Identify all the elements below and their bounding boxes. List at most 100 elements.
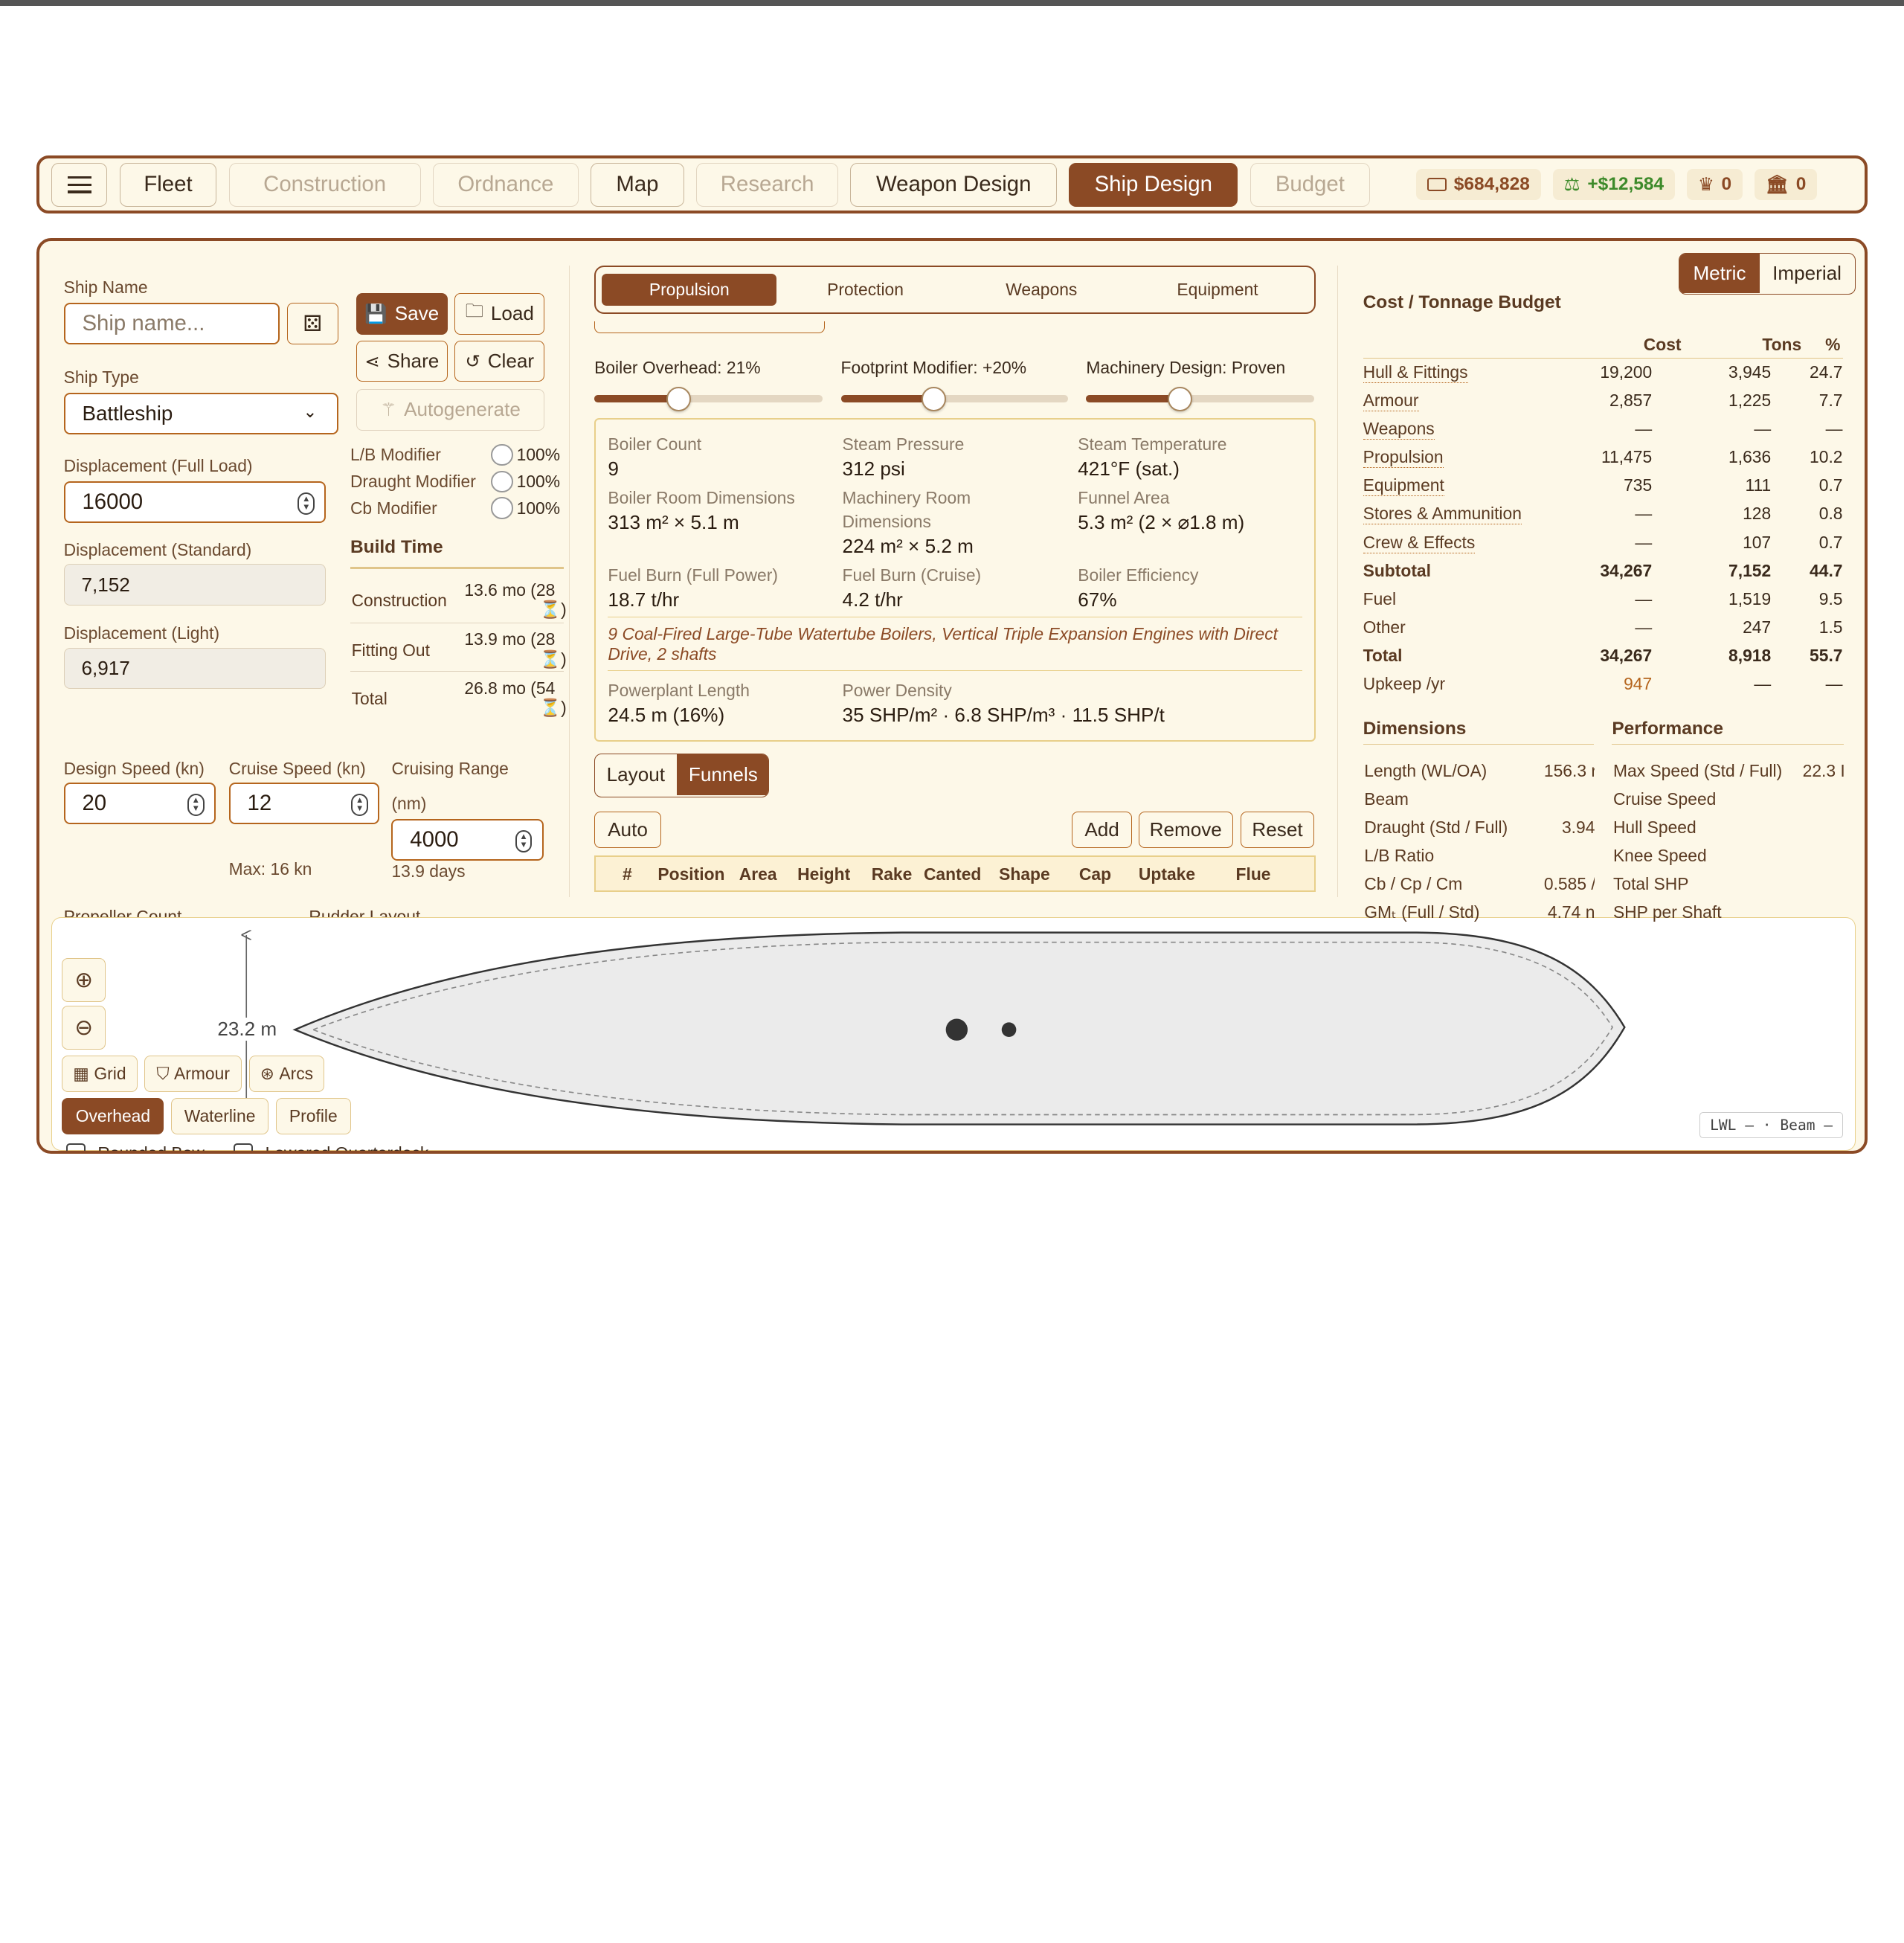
range-input[interactable]: 4000 ▲ ▼	[391, 819, 544, 861]
add-funnel-button[interactable]: Add	[1071, 812, 1133, 849]
armour-toggle[interactable]: ⛉ Armour	[144, 1055, 242, 1092]
tab-weapons[interactable]: Weapons	[954, 274, 1129, 305]
nav-tab-construction[interactable]: Construction	[228, 162, 421, 207]
draught-modifier-knob[interactable]	[491, 470, 513, 492]
reset-funnel-button[interactable]: Reset	[1240, 812, 1315, 849]
funds-stat: $684,828	[1416, 168, 1541, 201]
budget-row-tons: 7,152	[1728, 560, 1772, 580]
performance-title: Performance	[1612, 719, 1844, 745]
stepper-icon[interactable]: ▲ ▼	[187, 794, 205, 816]
budget-row-name[interactable]: Armour	[1363, 391, 1419, 412]
nav-tab-ship-design[interactable]: Ship Design	[1069, 162, 1238, 207]
budget-row: Upkeep /yr 947 — —	[1363, 671, 1843, 699]
save-button[interactable]: 💾 Save	[356, 293, 448, 335]
budget-row-name[interactable]: Crew & Effects	[1363, 533, 1476, 553]
load-button[interactable]: 🗀 Load	[454, 293, 545, 335]
menu-button[interactable]	[51, 162, 108, 207]
tab-protection[interactable]: Protection	[778, 274, 953, 305]
cb-modifier-knob[interactable]	[491, 497, 513, 519]
info-key: Steam Temperature	[1078, 434, 1227, 454]
info-divider	[608, 669, 1303, 671]
budget-row[interactable]: Crew & Effects — 107 0.7	[1363, 530, 1843, 558]
budget-row[interactable]: Armour 2,857 1,225 7.7	[1363, 388, 1843, 417]
boiler-overhead-slider[interactable]	[594, 386, 823, 411]
nav-tab-map[interactable]: Map	[591, 162, 684, 207]
footprint-modifier-slider[interactable]	[840, 386, 1068, 411]
budget-row-name: Subtotal	[1363, 560, 1431, 580]
stepper-icon[interactable]: ▲ ▼	[351, 794, 369, 816]
zoom-in-button[interactable]: ⊕	[62, 958, 106, 1003]
hamburger-icon	[67, 176, 92, 193]
remove-funnel-button[interactable]: Remove	[1138, 812, 1233, 849]
grid-toggle[interactable]: ▦ Grid	[62, 1055, 138, 1092]
propulsion-info-box: Boiler Count 9 Steam Pressure 312 psi St…	[594, 418, 1316, 742]
construction-time-label: Construction	[351, 591, 447, 611]
slider-handle[interactable]	[922, 386, 947, 411]
share-button[interactable]: ⋖ Share	[356, 340, 448, 382]
budget-row-tons: 247	[1743, 617, 1772, 637]
dimension-key: Beam	[1364, 789, 1409, 809]
info-value: 224 m² × 5.2 m	[842, 535, 974, 558]
view-profile[interactable]: Profile	[275, 1098, 351, 1134]
stepper-icon[interactable]: ▲ ▼	[298, 492, 315, 515]
balance-stat: ⚖ +$12,584	[1552, 168, 1675, 201]
budget-row-name[interactable]: Propulsion	[1363, 447, 1444, 469]
design-speed-input[interactable]: 20 ▲ ▼	[63, 783, 216, 824]
lowered-quarterdeck-checkbox[interactable]	[234, 1143, 254, 1152]
subtab-layout[interactable]: Layout	[595, 754, 676, 796]
ship-type-select[interactable]: Battleship ⌄	[63, 393, 338, 434]
nav-tab-budget[interactable]: Budget	[1250, 162, 1371, 207]
nav-tab-weapon-design[interactable]: Weapon Design	[850, 162, 1057, 207]
hull-overhead-view[interactable]: 23.2 m ⊕ ⊖ ▦ Grid ⛉ Armour ⊛ Arcs Overhead …	[51, 917, 1856, 1151]
subtab-funnels[interactable]: Funnels	[676, 754, 769, 796]
design-speed-note: Max: 16 kn	[228, 859, 312, 879]
view-overhead[interactable]: Overhead	[62, 1098, 164, 1134]
machinery-design-slider[interactable]	[1086, 386, 1315, 411]
unit-imperial[interactable]: Imperial	[1760, 254, 1854, 292]
budget-row[interactable]: Hull & Fittings 19,200 3,945 24.7	[1363, 360, 1843, 388]
tab-equipment[interactable]: Equipment	[1130, 274, 1305, 305]
budget-row-name[interactable]: Stores & Ammunition	[1363, 504, 1522, 525]
unit-metric[interactable]: Metric	[1679, 254, 1760, 293]
cruise-speed-value: 12	[247, 790, 272, 815]
budget-row[interactable]: Propulsion 11,475 1,636 10.2	[1363, 445, 1843, 473]
cruise-speed-input[interactable]: 12 ▲ ▼	[228, 783, 380, 824]
budget-row[interactable]: Weapons — — —	[1363, 417, 1843, 445]
balance-value: +$12,584	[1587, 174, 1665, 195]
budget-row[interactable]: Stores & Ammunition — 128 0.8	[1363, 501, 1843, 530]
autogenerate-button[interactable]: ⚚ Autogenerate	[356, 389, 545, 431]
lb-modifier-knob[interactable]	[491, 443, 513, 466]
nav-tab-fleet[interactable]: Fleet	[119, 162, 217, 207]
arcs-label: Arcs	[279, 1063, 314, 1083]
rounded-bow-checkbox[interactable]	[65, 1143, 86, 1152]
total-time-sub: ⏳)	[539, 697, 567, 717]
randomize-name-button[interactable]: ⚄	[287, 303, 338, 344]
column-divider	[1337, 265, 1338, 897]
nav-tab-research[interactable]: Research	[696, 162, 839, 207]
stepper-icon[interactable]: ▲ ▼	[515, 830, 533, 852]
budget-row-cost: —	[1635, 588, 1653, 608]
slider-fill	[1086, 395, 1180, 403]
budget-row-tons: —	[1754, 419, 1772, 439]
zoom-out-button[interactable]: ⊖	[62, 1005, 106, 1050]
clear-button[interactable]: ↺ Clear	[454, 340, 545, 382]
disp-full-input[interactable]: 16000 ▲ ▼	[63, 481, 327, 523]
tab-propulsion[interactable]: Propulsion	[602, 274, 777, 306]
budget-row-name[interactable]: Weapons	[1363, 419, 1435, 440]
ship-name-input[interactable]: Ship name...	[63, 303, 280, 344]
auto-button[interactable]: Auto	[594, 812, 661, 849]
nav-tab-ordnance[interactable]: Ordnance	[432, 162, 579, 207]
budget-row-name[interactable]: Equipment	[1363, 475, 1444, 497]
funnels-table-header: # Position Area Height Rake Canted Shape…	[594, 855, 1316, 893]
arcs-toggle[interactable]: ⊛ Arcs	[248, 1055, 324, 1092]
slider-handle[interactable]	[1167, 386, 1192, 411]
budget-row[interactable]: Equipment 735 111 0.7	[1363, 473, 1843, 501]
disp-full-value: 16000	[82, 489, 144, 515]
view-waterline[interactable]: Waterline	[171, 1098, 268, 1134]
budget-row-name[interactable]: Hull & Fittings	[1363, 362, 1468, 384]
column-divider	[568, 265, 570, 897]
dimension-key: GMₜ (Full / Std)	[1364, 902, 1480, 922]
beam-label: 23.2 m	[215, 1018, 280, 1041]
slider-handle[interactable]	[666, 386, 691, 411]
unit-toggle: Metric Imperial	[1679, 253, 1856, 295]
